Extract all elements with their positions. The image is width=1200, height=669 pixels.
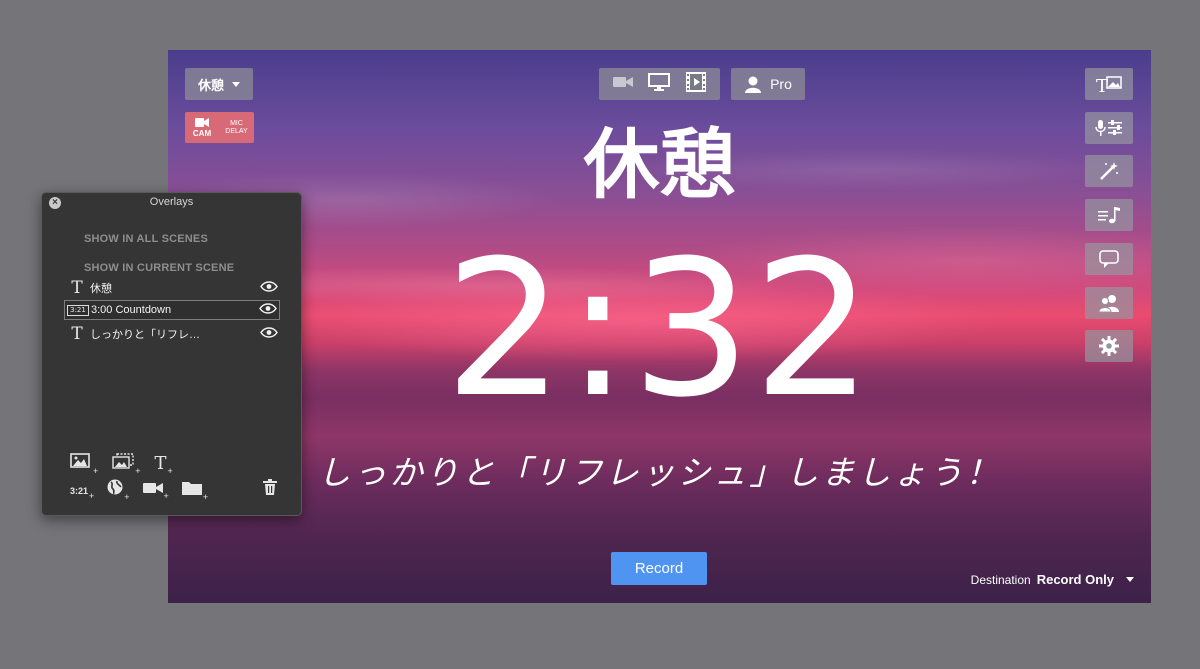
section-current-scene: SHOW IN CURRENT SCENE <box>84 262 235 274</box>
camera-icon <box>195 117 209 127</box>
eye-icon[interactable] <box>258 281 280 295</box>
mic-label: MIC <box>230 119 243 127</box>
monitor-icon[interactable] <box>648 72 671 96</box>
add-web-icon[interactable]: + <box>107 479 130 502</box>
person-icon <box>745 76 762 93</box>
add-image-icon[interactable]: + <box>70 453 98 476</box>
audio-mixer-button[interactable] <box>1085 112 1133 144</box>
mic-mixer-icon <box>1095 120 1122 136</box>
cam-mic-delay-button[interactable]: CAM MIC DELAY <box>185 112 254 143</box>
overlay-item-selected[interactable]: 3:21 3:00 Countdown <box>64 300 280 320</box>
chevron-down-icon <box>1126 577 1134 582</box>
overlay-title-text: 休憩 <box>583 120 736 209</box>
overlays-panel: × Overlays SHOW IN ALL SCENES SHOW IN CU… <box>41 192 302 516</box>
destination-label: Destination <box>970 572 1031 587</box>
chevron-down-icon <box>232 81 240 87</box>
countdown-timer: 2:32 <box>444 220 875 439</box>
cam-label: CAM <box>192 128 212 138</box>
overlay-item[interactable]: T しっかりと「リフレ… <box>64 324 280 344</box>
add-slideshow-icon[interactable]: + <box>112 453 141 476</box>
text-icon: T <box>71 278 83 298</box>
camera-icon[interactable] <box>612 75 633 93</box>
countdown-badge: 3:21 <box>67 305 89 316</box>
overlay-item-label: しっかりと「リフレ… <box>90 329 200 341</box>
music-playlist-icon <box>1098 207 1120 224</box>
people-icon <box>1098 295 1119 313</box>
add-overlay-toolbar: + + T+ <box>70 453 173 476</box>
add-text-icon[interactable]: T+ <box>155 453 173 476</box>
countdown-icon: 3:21 <box>65 304 91 316</box>
text-image-icon: T <box>1096 76 1122 94</box>
destination-value: Record Only <box>1036 572 1114 587</box>
add-countdown-icon[interactable]: 3:21+ <box>70 481 94 501</box>
effects-button[interactable] <box>1085 155 1133 187</box>
scene-name: 休憩 <box>197 77 224 93</box>
add-folder-icon[interactable]: + <box>181 480 208 502</box>
film-icon[interactable] <box>686 71 707 97</box>
overlay-subtitle-text: しっかりと「リフレッシュ」しましょう！ <box>317 453 1002 492</box>
trash-icon[interactable] <box>263 479 278 500</box>
settings-button[interactable] <box>1085 330 1133 362</box>
gear-icon <box>1099 336 1119 356</box>
cam-delay: CAM <box>185 117 219 138</box>
destination-selector[interactable]: Destination Record Only <box>971 572 1134 587</box>
panel-title: Overlays <box>149 196 194 208</box>
overlay-item-label: 休憩 <box>90 283 112 295</box>
speech-bubble-icon <box>1099 250 1119 268</box>
source-selector <box>599 68 720 100</box>
text-icon: T <box>71 324 83 344</box>
eye-icon[interactable] <box>258 327 280 341</box>
pro-label: Pro <box>770 76 792 92</box>
scene-selector[interactable]: 休憩 <box>185 68 253 100</box>
comments-button[interactable] <box>1085 243 1133 275</box>
eye-icon[interactable] <box>257 303 279 317</box>
mic-delay: MIC DELAY <box>219 120 254 136</box>
overlay-item-label: 3:00 Countdown <box>91 304 172 316</box>
add-camera-icon[interactable]: + <box>142 481 169 501</box>
magic-wand-icon <box>1100 162 1118 180</box>
broadcast-preview: 休憩 2:32 しっかりと「リフレッシュ」しましょう！ <box>168 50 1151 603</box>
delay-label: DELAY <box>225 127 248 135</box>
add-overlay-toolbar-2: 3:21+ + + + <box>70 479 280 502</box>
guests-button[interactable] <box>1085 287 1133 319</box>
pro-button[interactable]: Pro <box>731 68 805 100</box>
music-button[interactable] <box>1085 199 1133 231</box>
record-button[interactable]: Record <box>611 552 707 585</box>
svg-text:T: T <box>1096 76 1108 94</box>
overlay-item[interactable]: T 休憩 <box>64 278 280 298</box>
section-all-scenes: SHOW IN ALL SCENES <box>84 233 208 245</box>
countdown-tool-label: 3:21 <box>70 485 89 496</box>
text-image-overlay-button[interactable]: T <box>1085 68 1133 100</box>
